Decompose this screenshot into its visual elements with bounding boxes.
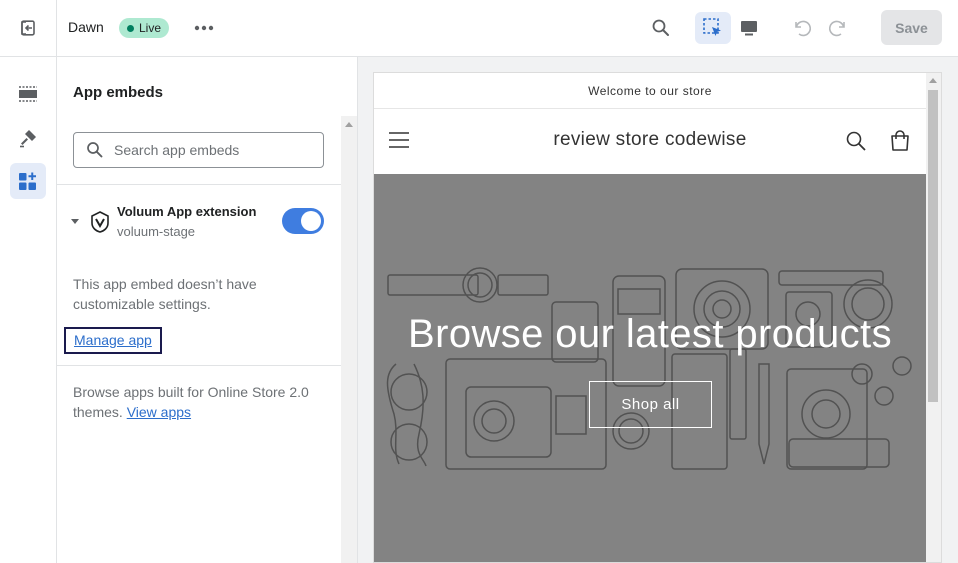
save-button[interactable]: Save [881, 10, 942, 45]
select-cursor-icon [703, 18, 721, 36]
ellipsis-icon [194, 25, 214, 31]
sections-icon [19, 86, 37, 102]
app-embeds-panel: App embeds Voluum App extension voluum-s… [57, 57, 341, 563]
toggle-knob [301, 211, 321, 231]
store-name[interactable]: review store codewise [374, 129, 926, 151]
redo-icon [829, 20, 845, 37]
search-button[interactable] [643, 12, 679, 44]
undo-button[interactable] [784, 12, 820, 44]
panel-title: App embeds [73, 84, 164, 101]
shop-all-button[interactable]: Shop all [589, 381, 712, 428]
editor-left-rail [0, 57, 57, 563]
announcement-bar: Welcome to our store [374, 73, 926, 109]
view-apps-link[interactable]: View apps [127, 404, 191, 420]
app-embed-toggle[interactable] [282, 208, 324, 234]
app-embed-handle: voluum-stage [117, 224, 196, 239]
search-field[interactable] [73, 132, 324, 168]
exit-button[interactable] [14, 14, 42, 42]
apps-icon [19, 172, 36, 190]
hero-banner: Browse our latest products Shop all [374, 174, 926, 562]
app-embed-item: Voluum App extension voluum-stage [57, 199, 341, 249]
live-dot-icon [127, 24, 134, 32]
desktop-preview-button[interactable] [731, 12, 767, 44]
search-icon [87, 142, 103, 158]
app-embeds-nav-button[interactable] [10, 163, 46, 199]
theme-name: Dawn [68, 19, 104, 35]
theme-settings-nav-button[interactable] [10, 120, 46, 156]
scroll-up-arrow-icon[interactable] [929, 78, 937, 83]
sections-nav-button[interactable] [10, 76, 46, 112]
divider [57, 184, 341, 185]
hero-illustration [386, 267, 912, 470]
voluum-logo-icon [91, 211, 109, 233]
manage-app-link[interactable]: Manage app [64, 327, 162, 354]
search-icon [652, 19, 669, 36]
undo-icon [795, 20, 811, 37]
browse-apps-note: Browse apps built for Online Store 2.0 t… [73, 382, 323, 422]
chevron-down-icon[interactable] [70, 217, 80, 225]
desktop-icon [741, 21, 757, 36]
status-badge: Live [119, 18, 170, 38]
editor-topbar: Dawn Live Save [0, 0, 958, 57]
panel-scrollbar[interactable] [341, 116, 357, 563]
cart-icon[interactable] [889, 130, 911, 152]
store-preview-frame: Welcome to our store review store codewi… [373, 72, 942, 563]
redo-button[interactable] [820, 12, 856, 44]
search-input[interactable] [114, 142, 314, 158]
scroll-up-arrow-icon[interactable] [345, 122, 353, 127]
inspector-toggle-button[interactable] [695, 12, 731, 44]
hero-title: Browse our latest products [408, 312, 892, 356]
search-icon[interactable] [846, 131, 866, 151]
topbar-divider [56, 0, 57, 57]
preview-scrollbar[interactable] [926, 73, 941, 562]
store-header: review store codewise [374, 109, 926, 174]
divider [57, 365, 341, 366]
app-embed-name: Voluum App extension [117, 204, 257, 219]
scrollbar-thumb[interactable] [928, 90, 938, 402]
paintbrush-icon [20, 130, 36, 148]
exit-icon [21, 20, 35, 36]
more-actions-button[interactable] [190, 14, 218, 42]
no-settings-note: This app embed doesn’t have customizable… [73, 276, 257, 312]
status-badge-label: Live [139, 21, 162, 35]
